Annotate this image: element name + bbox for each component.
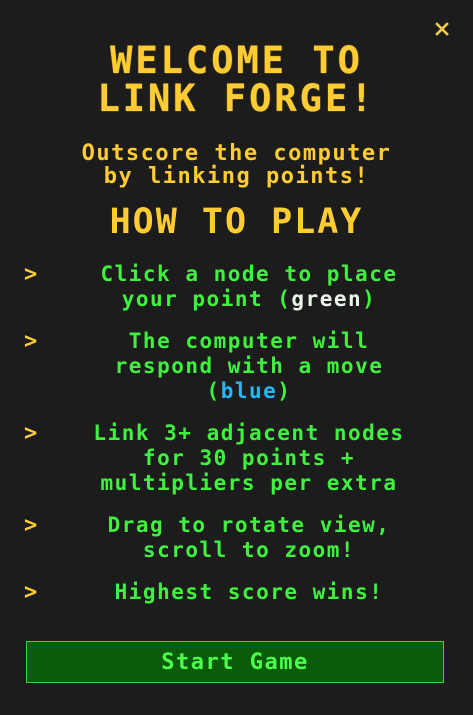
blue-highlight: blue — [220, 379, 278, 403]
rule-item: > The computer will respond with a move … — [24, 329, 452, 404]
rule-text: Click a node to place your point (green) — [100, 262, 398, 311]
rule-item: > Highest score wins! — [24, 580, 452, 605]
how-to-play-heading: HOW TO PLAY — [109, 202, 364, 242]
bullet-icon: > — [24, 580, 38, 605]
close-icon — [435, 22, 449, 36]
rule-item: > Drag to rotate view, scroll to zoom! — [24, 513, 452, 563]
welcome-title: WELCOME TO LINK FORGE! — [97, 39, 376, 120]
close-button[interactable] — [435, 22, 449, 36]
bullet-icon: > — [24, 513, 38, 538]
rule-text: Highest score wins! — [114, 580, 384, 604]
rule-text: The computer will respond with a move (b… — [114, 329, 384, 403]
rules-list: > Click a node to place your point (gree… — [24, 262, 452, 622]
bullet-icon: > — [24, 329, 38, 354]
rule-text: Link 3+ adjacent nodes for 30 points + m… — [93, 421, 405, 495]
rule-item: > Link 3+ adjacent nodes for 30 points +… — [24, 421, 452, 496]
start-game-button[interactable]: Start Game — [26, 641, 444, 683]
subtitle: Outscore the computer by linking points! — [81, 141, 392, 189]
rule-text: Drag to rotate view, scroll to zoom! — [107, 513, 391, 562]
green-highlight: green — [291, 287, 363, 311]
bullet-icon: > — [24, 421, 38, 446]
rule-item: > Click a node to place your point (gree… — [24, 262, 452, 312]
bullet-icon: > — [24, 262, 38, 287]
